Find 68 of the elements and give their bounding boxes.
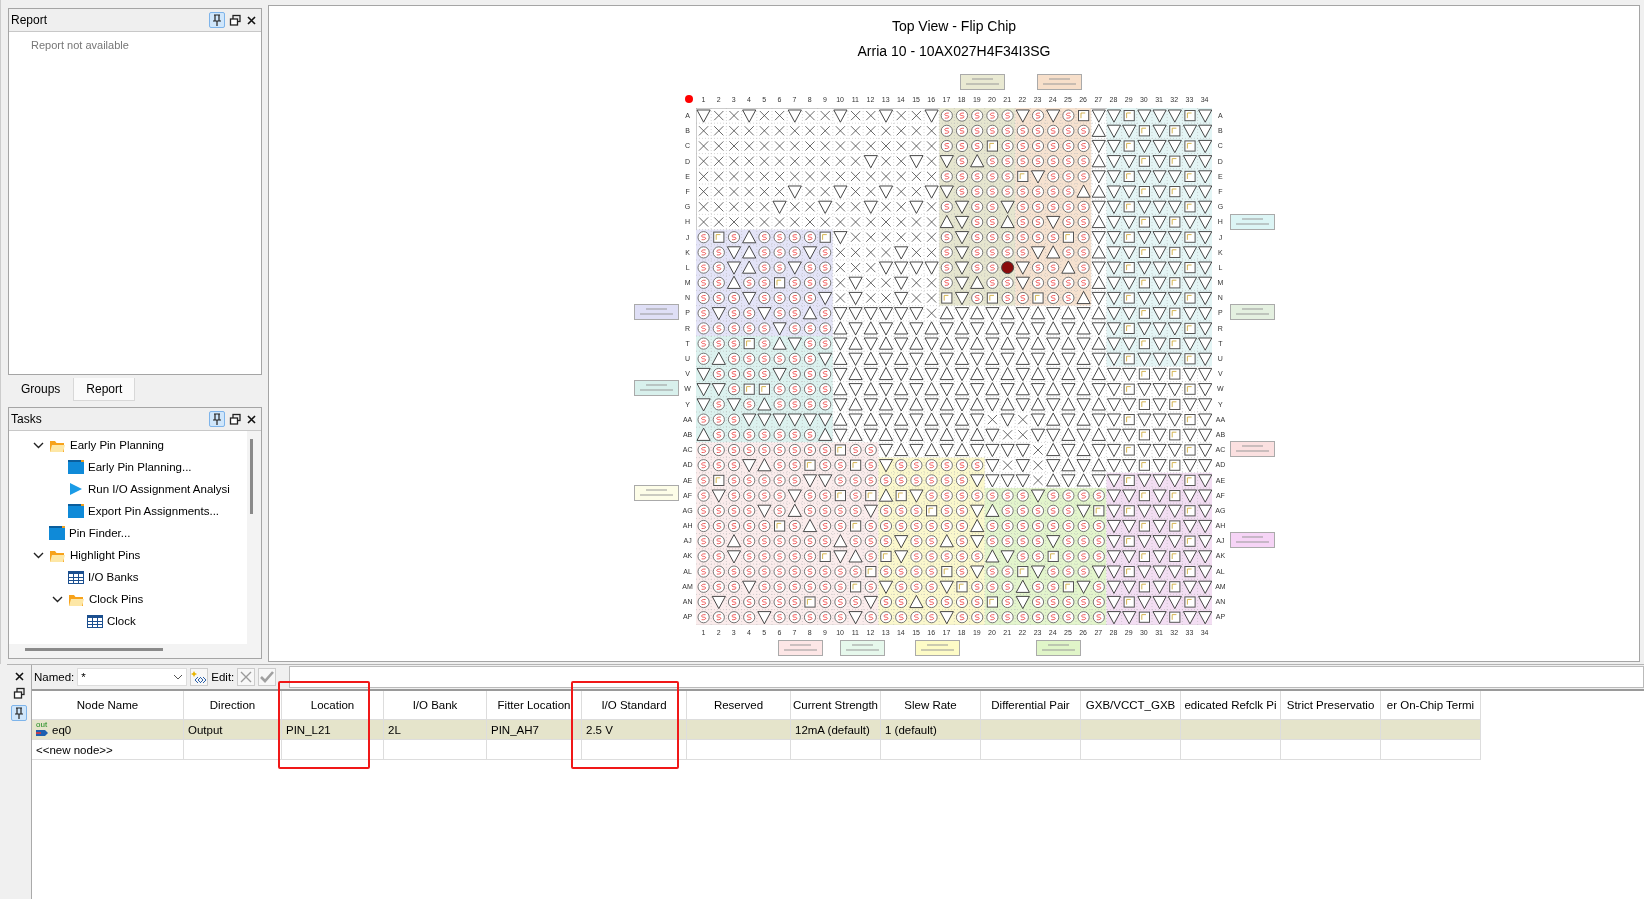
task-item[interactable]: I/O Banks xyxy=(88,571,139,583)
table-cell: 12mA (default) xyxy=(791,720,881,740)
check-icon xyxy=(260,670,275,684)
close-icon[interactable] xyxy=(246,413,257,425)
named-combo-box[interactable]: * xyxy=(77,668,188,686)
table-icon xyxy=(68,570,84,584)
window-icon xyxy=(49,526,65,540)
report-message: Report not available xyxy=(31,39,129,51)
restore-icon[interactable] xyxy=(229,13,242,27)
task-item[interactable]: Clock Pins xyxy=(89,593,144,605)
task-item[interactable]: Early Pin Planning xyxy=(70,439,164,451)
close-icon xyxy=(239,670,254,684)
output-pin-icon xyxy=(36,728,49,738)
legend-box xyxy=(633,485,679,501)
panel-tab[interactable]: Groups xyxy=(8,378,74,401)
task-item[interactable]: Early Pin Planning... xyxy=(88,461,192,473)
table-cell: 2L xyxy=(384,720,487,740)
filter-label: Named: xyxy=(34,671,75,683)
window-icon xyxy=(68,460,84,474)
play-icon xyxy=(68,482,84,496)
chip-view-title: Top View - Flip Chip xyxy=(891,18,1017,34)
restore-icon[interactable] xyxy=(12,687,26,700)
dropdown-caret-icon[interactable] xyxy=(173,673,184,681)
task-item[interactable]: Clock xyxy=(107,615,136,627)
legend-box xyxy=(1229,214,1275,230)
panel-tab[interactable]: Report xyxy=(73,378,136,401)
pin-icon[interactable] xyxy=(11,705,27,721)
device-name: Arria 10 - 10AX027H4F34I3SG xyxy=(857,43,1051,59)
cancel-button[interactable] xyxy=(237,668,256,686)
node-finder-button[interactable] xyxy=(190,668,209,686)
legend-box xyxy=(1036,74,1082,90)
legend-box xyxy=(839,640,885,656)
legend-box xyxy=(914,640,960,656)
table-cell: 2.5 V xyxy=(582,720,687,740)
direction-label: out xyxy=(36,721,48,728)
window-icon xyxy=(68,504,84,518)
task-item[interactable]: Run I/O Assignment Analysi xyxy=(88,483,230,495)
legend-box xyxy=(959,74,1005,90)
task-item[interactable]: Highlight Pins xyxy=(70,549,141,561)
restore-icon[interactable] xyxy=(229,412,242,426)
pin-icon[interactable] xyxy=(209,411,225,427)
edit-field[interactable] xyxy=(289,666,1644,688)
legend-box xyxy=(633,304,679,320)
table-cell: Output xyxy=(184,720,282,740)
task-item[interactable]: Pin Finder... xyxy=(69,527,131,539)
node-finder-icon xyxy=(191,669,208,685)
dot-icon xyxy=(684,95,693,103)
table-cell: PIN_L21 xyxy=(282,720,384,740)
table-cell: PIN_AH7 xyxy=(487,720,582,740)
node-name: eq0 xyxy=(52,723,72,736)
legend-box xyxy=(1229,304,1275,320)
close-icon[interactable] xyxy=(13,671,25,682)
legend-box xyxy=(1229,441,1275,457)
table-cell: 1 (default) xyxy=(881,720,981,740)
panel-title: Tasks xyxy=(11,412,43,426)
close-icon[interactable] xyxy=(246,14,257,26)
legend-box xyxy=(633,380,679,396)
scrollbar[interactable] xyxy=(25,648,163,651)
panel-title: Report xyxy=(11,13,49,27)
task-item[interactable]: Export Pin Assignments... xyxy=(88,505,220,517)
pin-icon[interactable] xyxy=(209,12,225,28)
legend-box xyxy=(777,640,823,656)
legend-box xyxy=(1035,640,1081,656)
table-cell: <<new node>> xyxy=(32,740,184,760)
table-icon xyxy=(87,614,103,628)
legend-box xyxy=(1229,532,1275,548)
scrollbar[interactable] xyxy=(250,439,253,514)
edit-label: Edit: xyxy=(211,671,235,683)
